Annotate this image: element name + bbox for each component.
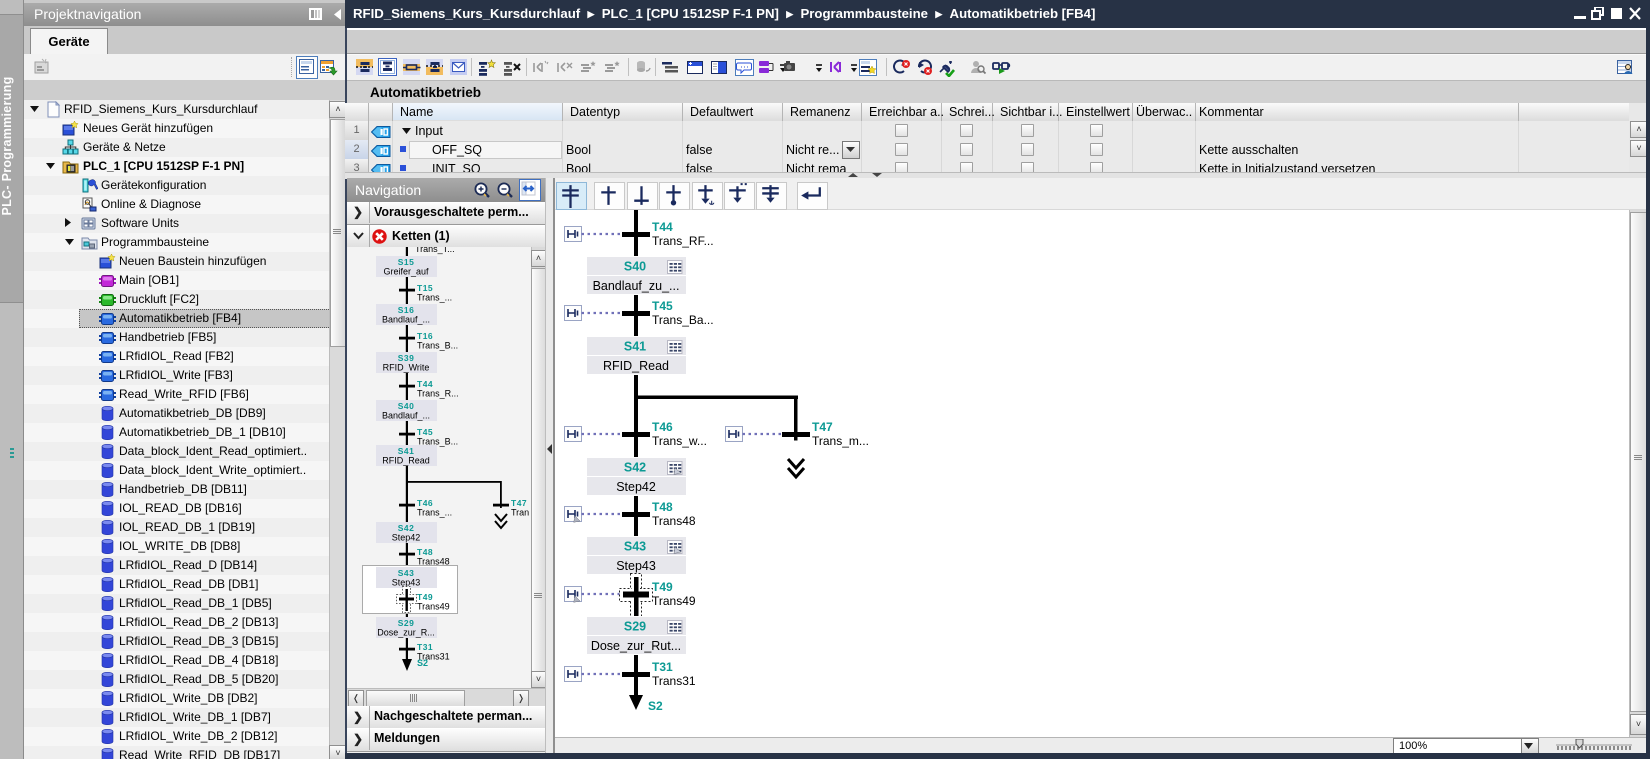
svg-text:Step42: Step42 xyxy=(616,480,656,494)
svg-text:Trans_T...: Trans_T... xyxy=(415,247,455,254)
svg-text:S15: S15 xyxy=(398,257,415,267)
svg-text:Trans_RF...: Trans_RF... xyxy=(652,234,714,248)
svg-text:Trans48: Trans48 xyxy=(652,514,696,528)
svg-text:T47: T47 xyxy=(511,498,527,508)
svg-text:Trans_w...: Trans_w... xyxy=(652,434,707,448)
svg-text:T46: T46 xyxy=(652,420,673,434)
svg-text:S43: S43 xyxy=(624,540,646,554)
svg-text:S42: S42 xyxy=(398,523,415,533)
svg-text:S40: S40 xyxy=(624,260,646,274)
svg-text:T44: T44 xyxy=(417,379,433,389)
svg-text:Greifer_auf: Greifer_auf xyxy=(383,267,429,277)
svg-text:Bandlauf_...: Bandlauf_... xyxy=(382,315,430,325)
svg-text:S2: S2 xyxy=(417,658,428,668)
svg-text:T44: T44 xyxy=(652,220,673,234)
svg-text:Trans_...: Trans_... xyxy=(417,508,452,518)
svg-text:Step43: Step43 xyxy=(392,578,421,588)
svg-text:Trans31: Trans31 xyxy=(652,674,696,688)
svg-text:T46: T46 xyxy=(417,498,433,508)
svg-text:T16: T16 xyxy=(417,331,433,341)
svg-text:T47: T47 xyxy=(812,420,833,434)
svg-text:RFID_Read: RFID_Read xyxy=(603,359,669,373)
svg-text:Trans49: Trans49 xyxy=(652,594,696,608)
svg-text:Bandlauf_...: Bandlauf_... xyxy=(382,411,430,421)
svg-text:S29: S29 xyxy=(398,618,415,628)
svg-text:Trans_Ba...: Trans_Ba... xyxy=(652,313,714,327)
svg-text:RFID_Read: RFID_Read xyxy=(382,456,430,466)
svg-text:Step42: Step42 xyxy=(392,533,421,543)
svg-text:Step43: Step43 xyxy=(616,559,656,573)
svg-text:S43: S43 xyxy=(398,568,415,578)
svg-text:T45: T45 xyxy=(652,299,673,313)
svg-text:RFID_Write: RFID_Write xyxy=(383,363,430,373)
svg-text:Dose_zur_Rut...: Dose_zur_Rut... xyxy=(591,639,681,653)
svg-text:T49: T49 xyxy=(652,580,673,594)
svg-text:S39: S39 xyxy=(398,353,415,363)
svg-text:Trans49: Trans49 xyxy=(417,602,450,612)
svg-text:T45: T45 xyxy=(417,427,433,437)
svg-text:S40: S40 xyxy=(398,401,415,411)
svg-text:Tran: Tran xyxy=(511,508,529,518)
svg-text:Trans_B...: Trans_B... xyxy=(417,341,458,351)
svg-text:S42: S42 xyxy=(624,461,646,475)
svg-text:S16: S16 xyxy=(398,305,415,315)
svg-text:T31: T31 xyxy=(652,660,673,674)
svg-text:Bandlauf_zu_...: Bandlauf_zu_... xyxy=(593,279,680,293)
svg-text:T48: T48 xyxy=(652,500,673,514)
svg-text:T48: T48 xyxy=(417,547,433,557)
svg-text:Trans_R...: Trans_R... xyxy=(417,389,459,399)
svg-text:Trans_m...: Trans_m... xyxy=(812,434,869,448)
svg-text:S41: S41 xyxy=(624,340,646,354)
svg-text:Trans_...: Trans_... xyxy=(417,293,452,303)
svg-text:S2: S2 xyxy=(648,699,663,713)
svg-text:T49: T49 xyxy=(417,592,433,602)
svg-text:T15: T15 xyxy=(417,283,433,293)
svg-text:S29: S29 xyxy=(624,620,646,634)
svg-text:Dose_zur_R...: Dose_zur_R... xyxy=(377,628,435,638)
svg-text:T31: T31 xyxy=(417,642,433,652)
svg-text:S41: S41 xyxy=(398,446,415,456)
